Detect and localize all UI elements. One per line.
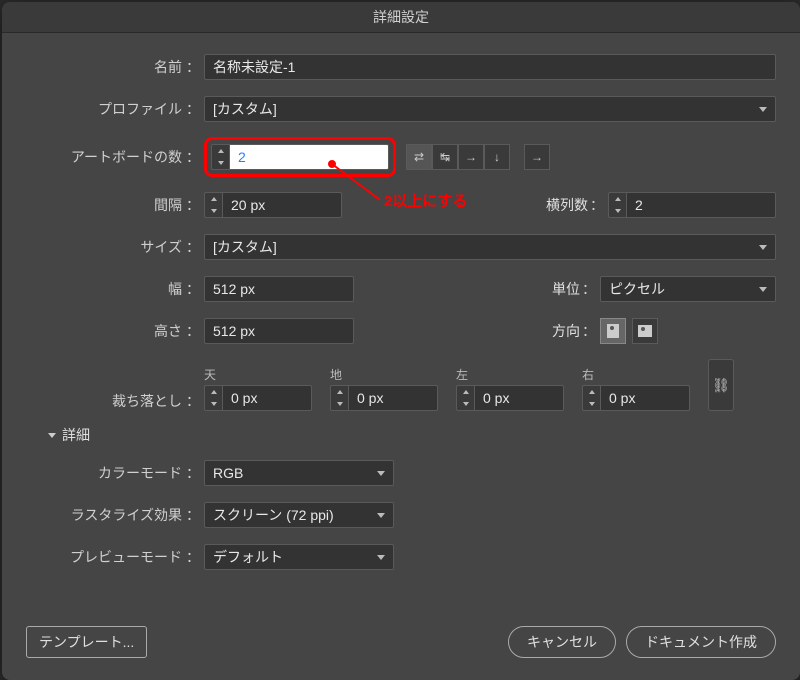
preview-select[interactable]: デフォルト [204, 544, 394, 570]
color-mode-select[interactable]: RGB [204, 460, 394, 486]
name-label: 名前 [26, 57, 184, 77]
bleed-bottom-input[interactable] [348, 385, 438, 411]
template-button[interactable]: テンプレート... [26, 626, 147, 658]
disclosure-triangle-icon [48, 433, 56, 438]
spacing-input[interactable] [222, 192, 342, 218]
arrange-grid-by-col-icon[interactable]: ↹ [432, 144, 458, 170]
artboards-input[interactable] [229, 144, 389, 170]
annotation-text: 2以上にする [384, 190, 468, 211]
size-label: サイズ [26, 237, 184, 257]
bleed-top-label: 天 [204, 366, 312, 383]
profile-select[interactable]: [カスタム] [204, 96, 776, 122]
annotation-highlight [204, 137, 396, 177]
arrange-col-icon[interactable]: ↓ [484, 144, 510, 170]
arrange-row-icon[interactable]: → [458, 144, 484, 170]
bleed-bottom-stepper[interactable] [330, 385, 348, 411]
landscape-icon [638, 325, 652, 337]
chevron-down-icon [759, 287, 767, 292]
chevron-down-icon [377, 513, 385, 518]
orientation-label: 方向 [552, 321, 580, 341]
width-label: 幅 [26, 279, 184, 299]
columns-stepper[interactable] [608, 192, 626, 218]
artboards-stepper[interactable] [211, 144, 229, 170]
chevron-down-icon [759, 107, 767, 112]
name-input[interactable] [204, 54, 776, 80]
raster-label: ラスタライズ効果 [26, 505, 184, 525]
bleed-bottom-label: 地 [330, 366, 438, 383]
advanced-disclosure[interactable]: 詳細 [48, 425, 776, 445]
bleed-right-label: 右 [582, 366, 690, 383]
color-mode-label: カラーモード [26, 463, 184, 483]
bleed-link-button[interactable]: ⛓ [708, 359, 734, 411]
unit-label: 単位 [552, 279, 580, 299]
bleed-right-input[interactable] [600, 385, 690, 411]
link-icon: ⛓ [712, 377, 730, 394]
columns-input[interactable] [626, 192, 776, 218]
spacing-stepper[interactable] [204, 192, 222, 218]
orientation-portrait-button[interactable] [600, 318, 626, 344]
height-input[interactable] [204, 318, 354, 344]
portrait-icon [607, 324, 619, 338]
size-select[interactable]: [カスタム] [204, 234, 776, 260]
bleed-right-stepper[interactable] [582, 385, 600, 411]
bleed-top-input[interactable] [222, 385, 312, 411]
unit-select[interactable]: ピクセル [600, 276, 776, 302]
raster-select[interactable]: スクリーン (72 ppi) [204, 502, 394, 528]
bleed-label: 裁ち落とし [26, 391, 184, 411]
direction-ltr-icon[interactable]: → [524, 144, 550, 170]
chevron-down-icon [377, 555, 385, 560]
chevron-down-icon [759, 245, 767, 250]
bleed-left-label: 左 [456, 366, 564, 383]
preview-label: プレビューモード [26, 547, 184, 567]
orientation-landscape-button[interactable] [632, 318, 658, 344]
chevron-down-icon [377, 471, 385, 476]
create-button[interactable]: ドキュメント作成 [626, 626, 776, 658]
cancel-button[interactable]: キャンセル [508, 626, 616, 658]
bleed-left-input[interactable] [474, 385, 564, 411]
columns-label: 横列数 [546, 195, 588, 215]
bleed-left-stepper[interactable] [456, 385, 474, 411]
height-label: 高さ [26, 321, 184, 341]
artboards-label: アートボードの数 [26, 147, 184, 167]
profile-label: プロファイル [26, 99, 184, 119]
spacing-label: 間隔 [26, 195, 184, 215]
bleed-top-stepper[interactable] [204, 385, 222, 411]
width-input[interactable] [204, 276, 354, 302]
arrange-grid-by-row-icon[interactable]: ⇄ [406, 144, 432, 170]
window-title: 詳細設定 [2, 2, 800, 33]
